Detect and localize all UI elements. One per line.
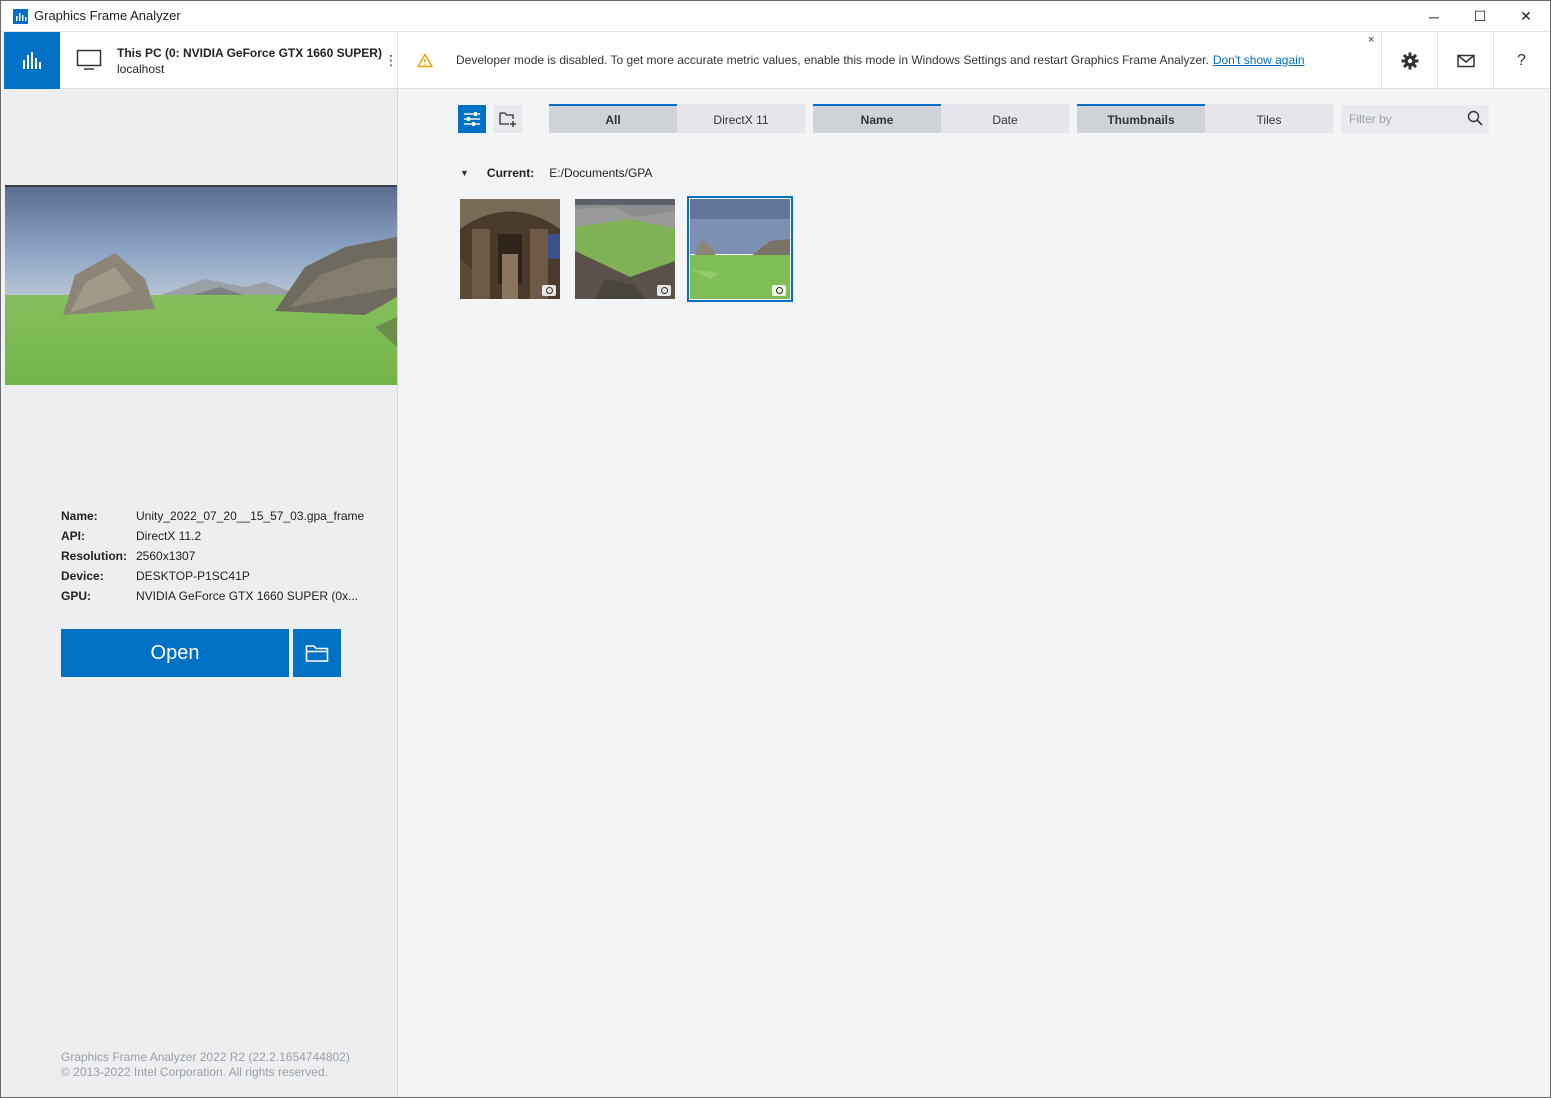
info-label: Device: [61, 569, 104, 583]
version-footer: Graphics Frame Analyzer 2022 R2 (22.2.16… [61, 1050, 350, 1080]
info-label: Resolution: [61, 549, 127, 563]
camera-icon [657, 285, 671, 296]
notice-message: Developer mode is disabled. To get more … [456, 53, 1305, 67]
current-path: E:/Documents/GPA [549, 166, 653, 180]
info-value: DirectX 11.2 [136, 529, 202, 543]
view-toggle: Thumbnails Tiles [1077, 104, 1333, 133]
api-filter-toggle: All DirectX 11 [549, 104, 805, 133]
add-folder-icon [499, 112, 516, 127]
current-label: Current: [486, 166, 535, 180]
mail-icon [1456, 54, 1475, 67]
target-selector[interactable]: This PC (0: NVIDIA GeForce GTX 1660 SUPE… [60, 32, 398, 89]
target-name: This PC (0: NVIDIA GeForce GTX 1660 SUPE… [117, 46, 382, 60]
open-button[interactable]: Open [61, 629, 289, 677]
collapse-caret-icon[interactable]: ▼ [460, 168, 469, 178]
info-row-resolution: Resolution: 2560x1307 [61, 549, 364, 569]
dont-show-again-link[interactable]: Don't show again [1213, 53, 1305, 67]
info-label: GPU: [61, 589, 91, 603]
info-row-gpu: GPU: NVIDIA GeForce GTX 1660 SUPER (0x..… [61, 589, 364, 609]
info-value: DESKTOP-P1SC41P [136, 569, 250, 583]
window-title: Graphics Frame Analyzer [34, 8, 181, 23]
copyright-text: © 2013-2022 Intel Corporation. All right… [61, 1065, 328, 1079]
search-icon [1467, 110, 1483, 126]
sort-date-tab[interactable]: Date [941, 104, 1069, 133]
sort-toggle: Name Date [813, 104, 1069, 133]
folder-icon [305, 645, 329, 662]
developer-mode-notice: Developer mode is disabled. To get more … [398, 32, 1381, 89]
header-bar: This PC (0: NVIDIA GeForce GTX 1660 SUPE… [4, 32, 1550, 89]
target-host: localhost [117, 62, 165, 76]
camera-icon [542, 285, 556, 296]
home-button[interactable] [4, 32, 60, 89]
info-row-api: API: DirectX 11.2 [61, 529, 364, 549]
gear-icon [1401, 52, 1418, 69]
camera-icon [772, 285, 786, 296]
target-menu-button[interactable]: ⋮ [384, 52, 398, 69]
frame-details-pane: Name: Unity_2022_07_20__15_57_03.gpa_fra… [4, 89, 398, 1097]
warning-icon [417, 53, 433, 68]
close-button[interactable]: ✕ [1503, 1, 1549, 32]
title-bar: Graphics Frame Analyzer ─ ☐ ✕ [1, 1, 1550, 32]
sort-name-tab[interactable]: Name [813, 104, 941, 133]
notice-text: Developer mode is disabled. To get more … [456, 53, 1209, 67]
bar-chart-icon [23, 51, 41, 69]
sliders-icon [464, 112, 480, 126]
add-folder-button[interactable] [494, 105, 522, 133]
frame-thumbnail[interactable] [460, 199, 560, 299]
browse-folder-button[interactable] [293, 629, 341, 677]
info-row-name: Name: Unity_2022_07_20__15_57_03.gpa_fra… [61, 509, 364, 529]
view-thumbnails-tab[interactable]: Thumbnails [1077, 104, 1205, 133]
feedback-button[interactable] [1437, 32, 1493, 89]
view-tiles-tab[interactable]: Tiles [1205, 104, 1333, 133]
info-value: Unity_2022_07_20__15_57_03.gpa_frame [136, 509, 365, 523]
filter-directx11-tab[interactable]: DirectX 11 [677, 104, 805, 133]
info-row-device: Device: DESKTOP-P1SC41P [61, 569, 364, 589]
monitor-icon [76, 49, 102, 70]
info-value: 2560x1307 [136, 549, 196, 563]
help-button[interactable]: ? [1493, 32, 1549, 89]
current-folder-header[interactable]: ▼ Current: E:/Documents/GPA [460, 166, 652, 180]
filter-placeholder: Filter by [1349, 112, 1392, 126]
list-settings-button[interactable] [458, 105, 486, 133]
version-text: Graphics Frame Analyzer 2022 R2 (22.2.16… [61, 1050, 350, 1064]
app-logo-icon [13, 9, 28, 24]
frame-browser-pane: All DirectX 11 Name Date Thumbnails Tile… [398, 89, 1550, 1097]
frame-info: Name: Unity_2022_07_20__15_57_03.gpa_fra… [61, 509, 364, 609]
minimize-button[interactable]: ─ [1411, 1, 1457, 32]
frame-thumbnail[interactable] [687, 196, 793, 302]
info-value: NVIDIA GeForce GTX 1660 SUPER (0x... [136, 589, 359, 603]
info-label: Name: [61, 509, 98, 523]
filter-input[interactable]: Filter by [1341, 105, 1489, 133]
info-label: API: [61, 529, 85, 543]
filter-all-tab[interactable]: All [549, 104, 677, 133]
notice-close-button[interactable]: × [1368, 34, 1374, 46]
app-window: Graphics Frame Analyzer ─ ☐ ✕ This PC (0… [0, 0, 1551, 1098]
frame-preview-image [5, 185, 397, 385]
frame-thumbnail[interactable] [575, 199, 675, 299]
maximize-button[interactable]: ☐ [1457, 1, 1503, 32]
settings-button[interactable] [1381, 32, 1437, 89]
